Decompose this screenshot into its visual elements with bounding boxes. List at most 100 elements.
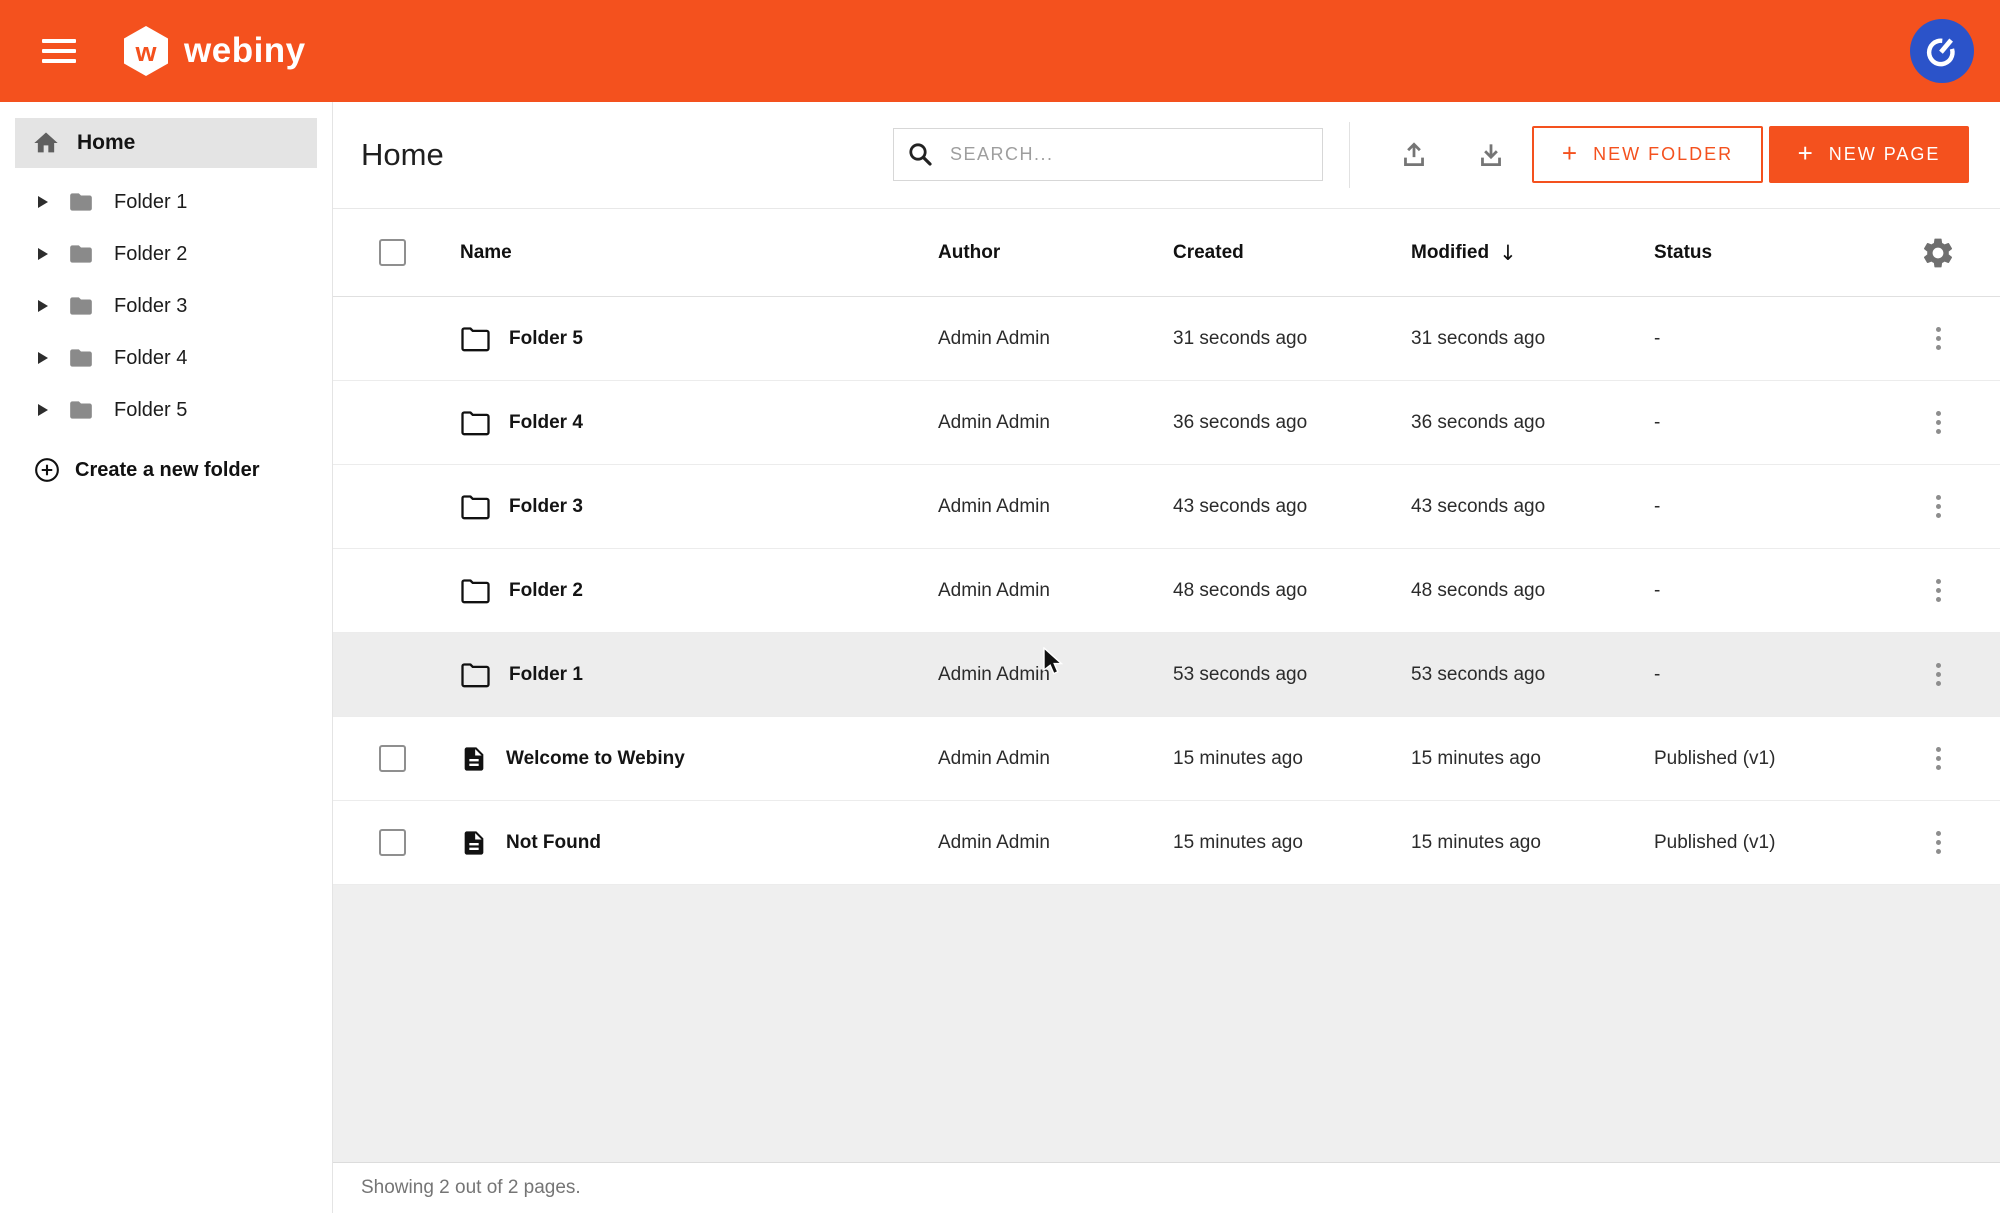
column-header-created[interactable]: Created [1173, 242, 1411, 264]
home-icon [31, 129, 61, 157]
row-status: Published (v1) [1654, 832, 1876, 854]
new-page-button-label: NEW PAGE [1829, 144, 1941, 165]
chevron-right-icon[interactable] [38, 404, 48, 416]
row-name[interactable]: Folder 1 [509, 664, 583, 686]
new-folder-button-label: NEW FOLDER [1593, 144, 1733, 165]
row-actions-menu[interactable] [1928, 487, 1949, 526]
row-name[interactable]: Folder 2 [509, 580, 583, 602]
sidebar-folder-label: Folder 5 [114, 399, 187, 422]
row-name[interactable]: Folder 3 [509, 496, 583, 518]
table-row[interactable]: Folder 4Admin Admin36 seconds ago36 seco… [333, 381, 2000, 465]
search-icon [907, 141, 934, 168]
sidebar-folder-item[interactable]: Folder 4 [0, 332, 332, 384]
row-author: Admin Admin [938, 496, 1173, 518]
row-modified: 53 seconds ago [1411, 664, 1654, 686]
chevron-right-icon[interactable] [38, 196, 48, 208]
folder-icon [460, 661, 491, 688]
row-actions-menu[interactable] [1928, 319, 1949, 358]
sidebar-folder-item[interactable]: Folder 1 [0, 176, 332, 228]
webiny-wordmark: webiny [184, 31, 306, 71]
folder-icon [460, 325, 491, 352]
row-created: 31 seconds ago [1173, 328, 1411, 350]
chevron-right-icon[interactable] [38, 300, 48, 312]
row-modified: 15 minutes ago [1411, 832, 1654, 854]
row-status: - [1654, 496, 1876, 518]
row-actions-menu[interactable] [1928, 739, 1949, 778]
sidebar-folder-label: Folder 4 [114, 347, 187, 370]
page-title: Home [361, 137, 444, 173]
folder-icon [66, 345, 96, 371]
table-row[interactable]: Folder 2Admin Admin48 seconds ago48 seco… [333, 549, 2000, 633]
page-icon [460, 744, 488, 774]
row-status: - [1654, 664, 1876, 686]
sidebar-item-home[interactable]: Home [15, 118, 317, 168]
folder-icon [66, 397, 96, 423]
webiny-admin-app: w webiny Home Folder 1Folder 2Folder 3Fo… [0, 0, 2000, 1213]
webiny-logo[interactable]: w webiny [122, 25, 306, 77]
hamburger-menu-icon[interactable] [42, 39, 76, 63]
sidebar-folder-item[interactable]: Folder 2 [0, 228, 332, 280]
row-checkbox[interactable] [379, 829, 406, 856]
row-author: Admin Admin [938, 748, 1173, 770]
plus-circle-icon [33, 456, 61, 484]
pagination-footer: Showing 2 out of 2 pages. [333, 1162, 2000, 1213]
chevron-right-icon[interactable] [38, 352, 48, 364]
search-input[interactable] [893, 128, 1323, 181]
row-actions-menu[interactable] [1928, 655, 1949, 694]
import-upload-button[interactable] [1394, 135, 1434, 175]
power-icon [1915, 24, 1969, 78]
table-row[interactable]: Folder 5Admin Admin31 seconds ago31 seco… [333, 297, 2000, 381]
row-actions-menu[interactable] [1928, 403, 1949, 442]
row-name[interactable]: Folder 5 [509, 328, 583, 350]
row-name[interactable]: Folder 4 [509, 412, 583, 434]
table-row[interactable]: Not FoundAdmin Admin15 minutes ago15 min… [333, 801, 2000, 885]
webiny-hexagon-icon: w [122, 25, 170, 77]
new-folder-button[interactable]: + NEW FOLDER [1532, 126, 1763, 183]
table-row[interactable]: Folder 1Admin Admin53 seconds ago53 seco… [333, 633, 2000, 717]
row-actions-menu[interactable] [1928, 571, 1949, 610]
row-modified: 43 seconds ago [1411, 496, 1654, 518]
row-name[interactable]: Welcome to Webiny [506, 748, 685, 770]
select-all-checkbox[interactable] [379, 239, 406, 266]
svg-text:w: w [134, 37, 157, 67]
folder-icon [66, 189, 96, 215]
row-name[interactable]: Not Found [506, 832, 601, 854]
column-header-status[interactable]: Status [1654, 242, 1876, 264]
folder-icon [66, 241, 96, 267]
table-settings-button[interactable] [1918, 233, 1958, 273]
row-created: 53 seconds ago [1173, 664, 1411, 686]
row-status: Published (v1) [1654, 748, 1876, 770]
sidebar-folder-label: Folder 2 [114, 243, 187, 266]
row-status: - [1654, 580, 1876, 602]
folder-icon [460, 409, 491, 436]
user-avatar[interactable] [1910, 19, 1974, 83]
chevron-right-icon[interactable] [38, 248, 48, 260]
create-folder-label: Create a new folder [75, 459, 260, 482]
row-modified: 36 seconds ago [1411, 412, 1654, 434]
row-author: Admin Admin [938, 412, 1173, 434]
row-checkbox[interactable] [379, 745, 406, 772]
sort-desc-icon: ↓ [1499, 241, 1517, 265]
empty-area [333, 885, 2000, 1162]
column-header-author[interactable]: Author [938, 242, 1173, 264]
table-row[interactable]: Folder 3Admin Admin43 seconds ago43 seco… [333, 465, 2000, 549]
row-created: 15 minutes ago [1173, 748, 1411, 770]
create-folder-button[interactable]: Create a new folder [0, 446, 332, 494]
toolbar-divider [1349, 122, 1350, 188]
search-box [893, 128, 1323, 181]
table-row[interactable]: Welcome to Webiny Admin Admin15 minutes a… [333, 717, 2000, 801]
column-header-name[interactable]: Name [460, 242, 938, 264]
column-header-modified[interactable]: Modified ↓ [1411, 241, 1654, 265]
row-created: 48 seconds ago [1173, 580, 1411, 602]
export-download-button[interactable] [1471, 135, 1511, 175]
sidebar-folder-item[interactable]: Folder 3 [0, 280, 332, 332]
row-created: 43 seconds ago [1173, 496, 1411, 518]
folder-icon [460, 493, 491, 520]
sidebar-folder-item[interactable]: Folder 5 [0, 384, 332, 436]
gear-icon [1920, 235, 1956, 271]
new-page-button[interactable]: + NEW PAGE [1769, 126, 1969, 183]
row-actions-menu[interactable] [1928, 823, 1949, 862]
pagination-summary: Showing 2 out of 2 pages. [361, 1177, 581, 1199]
row-author: Admin Admin [938, 580, 1173, 602]
sidebar-folder-label: Folder 1 [114, 191, 187, 214]
